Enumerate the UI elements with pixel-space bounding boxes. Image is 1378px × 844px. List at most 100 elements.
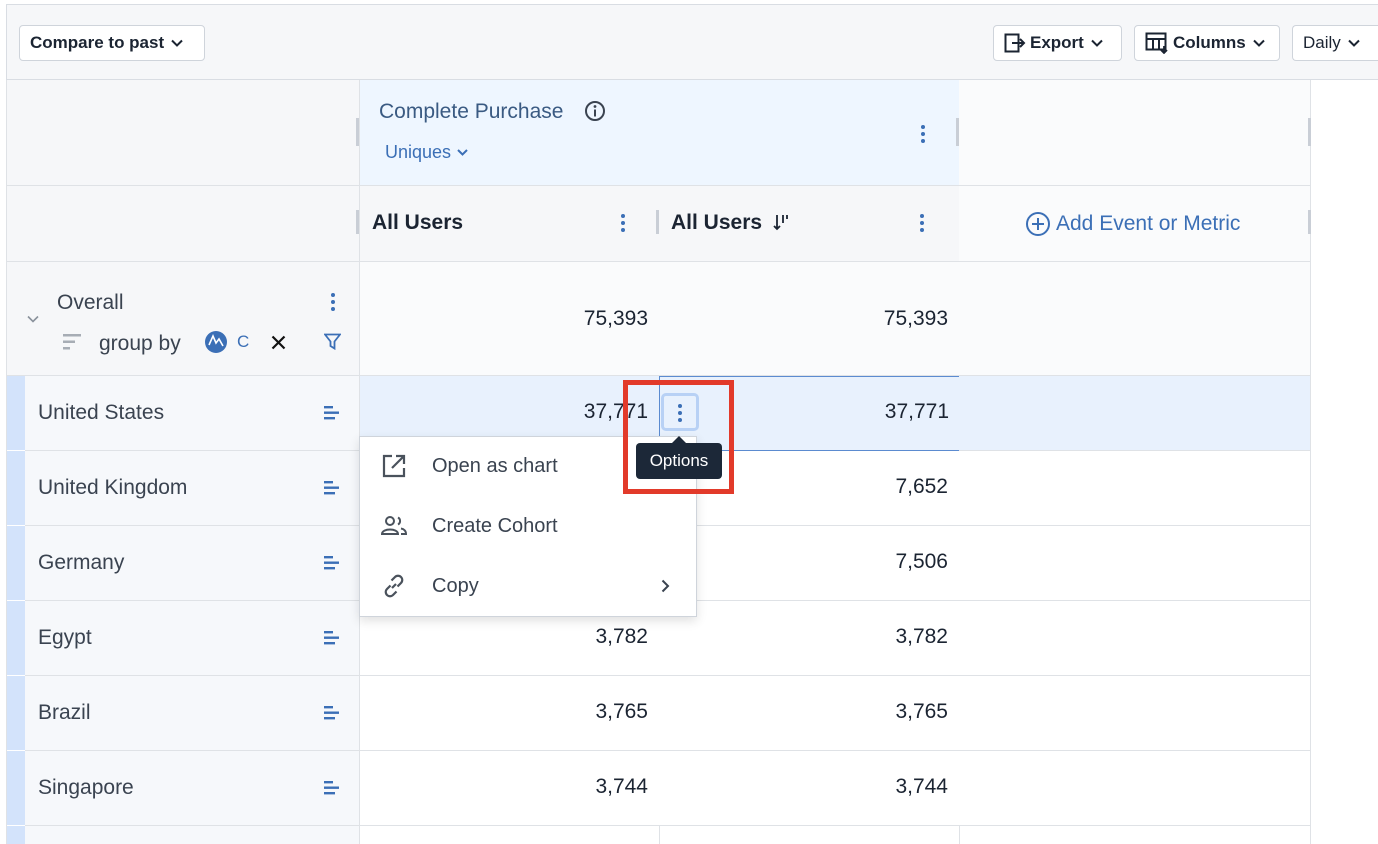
resize-handle[interactable] <box>1308 118 1311 146</box>
empty-cell <box>959 451 1311 526</box>
group-by-chip[interactable]: C <box>204 330 249 354</box>
value-text: 3,765 <box>595 700 648 723</box>
interval-label: Daily <box>1303 33 1341 52</box>
breakdown-icon[interactable] <box>324 706 340 720</box>
value-text: 3,744 <box>895 775 948 798</box>
row-color-bar <box>7 376 25 450</box>
add-metric-cell: Add Event or Metric <box>959 186 1311 262</box>
close-icon[interactable] <box>271 335 286 350</box>
value-text: 7,506 <box>895 550 948 573</box>
aggregation-label: Uniques <box>385 142 452 162</box>
column-header-label: All Users <box>671 211 763 234</box>
segment-row-label: United States <box>38 401 165 424</box>
value-text: 75,393 <box>583 307 648 330</box>
column-more-icon[interactable] <box>920 214 926 235</box>
plus-circle-icon <box>1026 212 1050 236</box>
segment-row-label: Germany <box>38 551 125 574</box>
toolbar: Compare to past Export Columns Daily <box>6 4 1378 80</box>
segment-row-label-cell[interactable]: Singapore <box>25 751 360 826</box>
segment-row-label-cell <box>25 826 360 844</box>
columns-label: Columns <box>1173 33 1246 52</box>
menu-item-label: Create Cohort <box>432 514 558 537</box>
empty-cell <box>959 262 1311 376</box>
people-icon <box>380 512 408 540</box>
info-icon[interactable] <box>584 100 606 122</box>
chevron-down-icon <box>457 149 468 156</box>
sort-icon[interactable] <box>773 213 791 231</box>
breakdown-icon[interactable] <box>324 556 340 570</box>
columns-dropdown[interactable]: Columns <box>1134 25 1280 61</box>
highlight-annotation-box <box>623 380 734 494</box>
segment-row-label: United Kingdom <box>38 476 188 499</box>
empty-cell <box>959 601 1311 676</box>
breakdown-icon[interactable] <box>324 631 340 645</box>
resize-handle[interactable] <box>656 210 659 234</box>
segment-row-label-cell[interactable]: United Kingdom <box>25 451 360 526</box>
breakdown-icon[interactable] <box>324 781 340 795</box>
segment-row-label-cell[interactable]: Brazil <box>25 676 360 751</box>
row-color-bar <box>7 826 25 844</box>
value-cell[interactable]: 75,393 <box>659 262 960 376</box>
add-event-or-metric-button[interactable]: Add Event or Metric <box>1025 211 1240 237</box>
grid-divider <box>6 376 7 844</box>
add-event-label: Add Event or Metric <box>1056 212 1241 235</box>
empty-cell <box>959 751 1311 826</box>
value-cell[interactable]: 75,393 <box>359 262 660 376</box>
group-by-icon <box>63 334 81 350</box>
resize-handle[interactable] <box>356 210 359 234</box>
grid-divider <box>959 826 960 844</box>
value-cell[interactable]: 3,782 <box>659 601 960 676</box>
grid-divider <box>659 826 660 844</box>
menu-item-label: Copy <box>432 574 479 597</box>
metric-header: Complete Purchase Uniques <box>359 80 960 186</box>
breakdown-icon[interactable] <box>324 481 340 495</box>
value-text: 3,744 <box>595 775 648 798</box>
segment-row-label-cell[interactable]: Egypt <box>25 601 360 676</box>
overall-label: Overall <box>57 291 124 314</box>
segment-row-label-cell[interactable]: Germany <box>25 526 360 601</box>
chevron-down-icon <box>171 39 183 47</box>
filter-icon[interactable] <box>324 333 341 350</box>
value-cell[interactable]: 3,744 <box>659 751 960 826</box>
metric-title[interactable]: Complete Purchase <box>379 100 563 124</box>
segment-row-label: Egypt <box>38 626 92 649</box>
group-by-label: group by <box>99 332 181 355</box>
metric-more-icon[interactable] <box>921 125 927 146</box>
resize-handle[interactable] <box>356 118 359 146</box>
value-text: 7,652 <box>895 475 948 498</box>
value-text: 3,765 <box>895 700 948 723</box>
export-dropdown[interactable]: Export <box>993 25 1122 61</box>
column-header[interactable]: All Users <box>659 186 960 262</box>
menu-item-label: Open as chart <box>432 454 558 477</box>
empty-header-cell <box>959 80 1311 186</box>
row-color-bar <box>7 601 25 675</box>
resize-handle[interactable] <box>956 118 959 146</box>
value-cell[interactable]: 7,506 <box>659 526 960 601</box>
chevron-down-icon <box>1253 39 1265 47</box>
column-more-icon[interactable] <box>621 214 627 235</box>
group-by-chip-text: C <box>237 332 250 351</box>
open-external-icon <box>380 452 408 480</box>
column-header[interactable]: All Users <box>359 186 660 262</box>
value-cell[interactable]: 3,765 <box>359 676 660 751</box>
breakdown-icon[interactable] <box>324 406 340 420</box>
value-text: 3,782 <box>895 625 948 648</box>
compare-to-past-dropdown[interactable]: Compare to past <box>19 25 205 61</box>
aggregation-dropdown[interactable]: Uniques <box>385 142 468 163</box>
chevron-down-icon[interactable] <box>27 315 39 323</box>
resize-handle[interactable] <box>1308 210 1311 234</box>
segment-row-label: Singapore <box>38 776 134 799</box>
subheader-corner-cell <box>6 186 360 262</box>
value-cell[interactable]: 3,765 <box>659 676 960 751</box>
grid-divider <box>1310 826 1311 844</box>
header-corner-cell <box>6 80 360 186</box>
chevron-down-icon <box>1348 39 1360 47</box>
overall-segment-cell: Overall group by C <box>6 262 360 376</box>
value-text: 3,782 <box>595 625 648 648</box>
value-cell[interactable]: 3,744 <box>359 751 660 826</box>
segment-more-icon[interactable] <box>331 293 337 314</box>
interval-dropdown[interactable]: Daily <box>1292 25 1378 61</box>
segment-row-label-cell[interactable]: United States <box>25 376 360 451</box>
menu-item-copy[interactable]: Copy <box>360 557 696 615</box>
menu-item-create-cohort[interactable]: Create Cohort <box>360 497 696 555</box>
